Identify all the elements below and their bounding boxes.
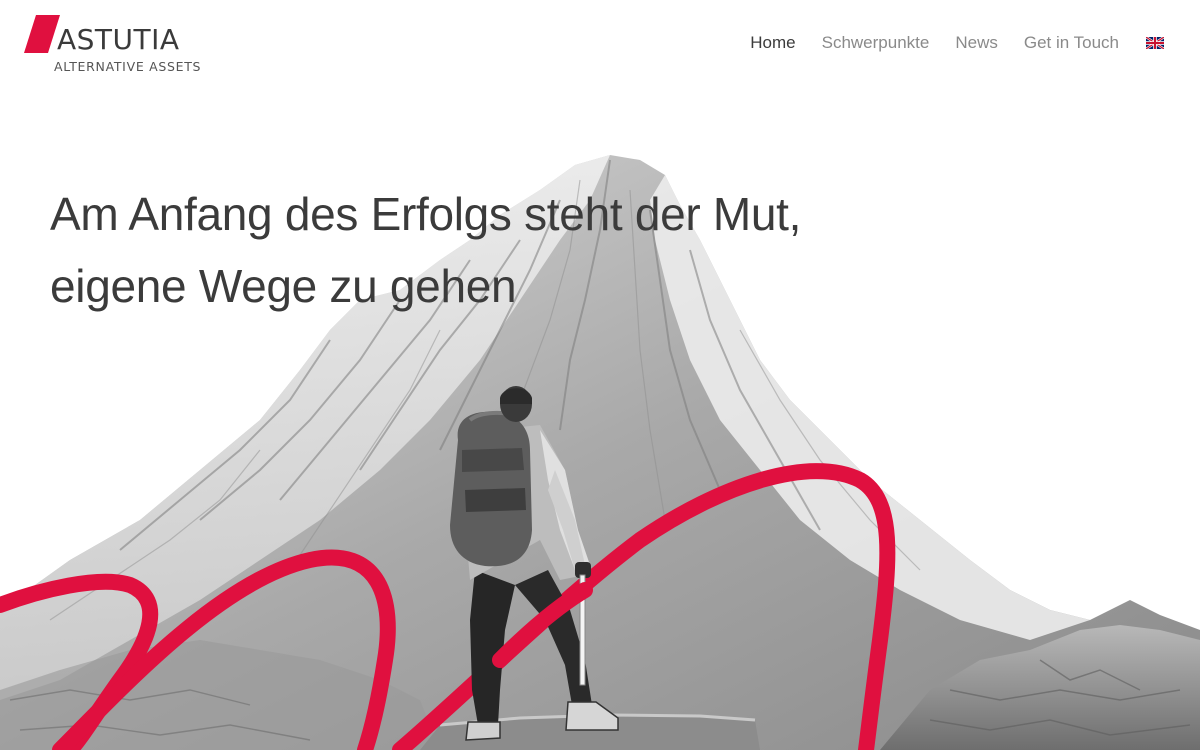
page: ASTUTIA ALTERNATIVE ASSETS Home Schwerpu… (0, 0, 1200, 750)
logo[interactable]: ASTUTIA ALTERNATIVE ASSETS (24, 14, 224, 78)
nav-item-get-in-touch[interactable]: Get in Touch (1024, 32, 1119, 54)
hero-headline-line-1: Am Anfang des Erfolgs steht der Mut, (50, 188, 802, 240)
logo-tagline: ALTERNATIVE ASSETS (54, 59, 202, 74)
logo-name: ASTUTIA (57, 23, 180, 56)
hero-image (0, 155, 1200, 750)
nav-item-home[interactable]: Home (750, 32, 795, 54)
main-nav: Home Schwerpunkte News Get in Touch (724, 32, 1164, 54)
hero-headline-line-2: eigene Wege zu gehen (50, 260, 517, 312)
hero-headline: Am Anfang des Erfolgs steht der Mut, eig… (50, 178, 801, 322)
site-header: ASTUTIA ALTERNATIVE ASSETS Home Schwerpu… (0, 0, 1200, 90)
uk-flag-icon[interactable] (1146, 37, 1164, 49)
nav-item-schwerpunkte[interactable]: Schwerpunkte (822, 32, 930, 54)
nav-item-news[interactable]: News (955, 32, 998, 54)
